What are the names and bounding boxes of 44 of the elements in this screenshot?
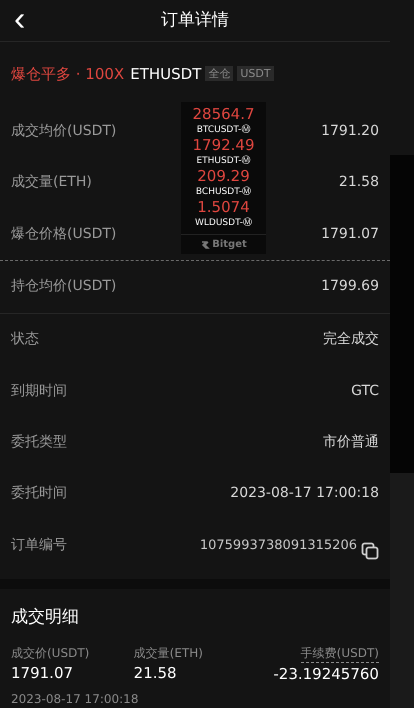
field-label: 持仓均价(USDT): [11, 276, 116, 296]
column-label: 成交价(USDT): [11, 645, 90, 662]
ticker-symbol: ETHUSDT-Ⓜ: [196, 154, 251, 168]
tag: 全仓: [205, 66, 234, 82]
fill-time: 2023-08-17 17:00:18: [11, 690, 140, 708]
ticker-price: 1.5074: [197, 199, 250, 216]
field-value: GTC: [351, 382, 379, 401]
field-label: 委托时间: [11, 484, 67, 504]
ticker-symbol: WLDUSDT-Ⓜ: [195, 216, 252, 230]
column-value: 21.58: [134, 663, 178, 684]
back-button[interactable]: ‹: [14, 0, 26, 38]
field-value: 1799.69: [321, 276, 379, 296]
field-value: 完全成交: [323, 330, 379, 350]
ticker-symbol: BCHUSDT-Ⓜ: [196, 186, 252, 199]
tag: USDT: [237, 66, 274, 82]
field-label: 状态: [11, 330, 39, 350]
field-label: 委托类型: [11, 433, 67, 452]
field-value: 1791.20: [321, 122, 379, 141]
symbol: ETHUSDT: [130, 64, 202, 85]
field-value: 21.58: [338, 173, 379, 192]
section-title: 成交明细: [11, 606, 80, 629]
column-label: 成交量(ETH): [134, 645, 204, 662]
logo-icon: [200, 240, 210, 250]
field-label: 订单编号: [11, 536, 67, 555]
ticker-price: 209.29: [197, 168, 250, 185]
field-value: 2023-08-17 17:00:18: [230, 484, 379, 504]
ticker-price: 28564.7: [192, 106, 255, 123]
field-label: 成交均价(USDT): [11, 122, 116, 141]
field-value: 1791.07: [321, 224, 379, 244]
column-label[interactable]: 手续费(USDT): [300, 644, 379, 664]
brand-name: Bitget: [212, 238, 247, 252]
ticker-widget[interactable]: 28564.7 BTCUSDT-Ⓜ 1792.49 ETHUSDT-Ⓜ 209.29 BCHUSDT-Ⓜ 1.5074 WLDUSDT-Ⓜ Bitget: [181, 102, 266, 254]
order-side: 爆仓平多 · 100X: [11, 64, 124, 85]
column-value: 1791.07: [11, 663, 74, 684]
field-value: 1075993738091315206: [198, 536, 357, 554]
ticker-price: 1792.49: [192, 137, 255, 154]
field-label: 到期时间: [11, 382, 67, 401]
ticker-symbol: BTCUSDT-Ⓜ: [196, 124, 250, 137]
field-label: 成交量(ETH): [11, 173, 92, 192]
page-title: 订单详情: [161, 8, 229, 32]
field-label: 爆仓价格(USDT): [11, 224, 116, 244]
field-value: 市价普通: [323, 433, 379, 452]
copy-icon[interactable]: [361, 542, 379, 560]
column-value: -23.19245760: [273, 664, 379, 686]
